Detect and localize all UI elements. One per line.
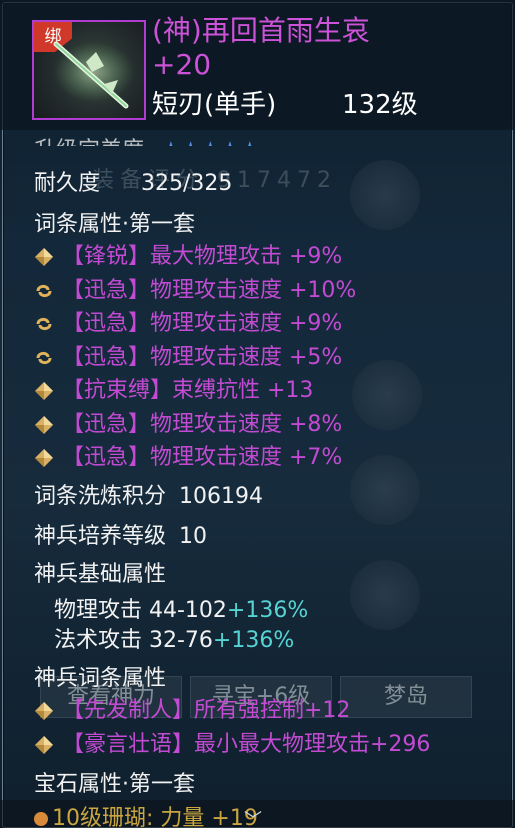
cultivation-row: 神兵培养等级 10 (34, 518, 207, 550)
item-name-text: (神)再回首雨生哀 (152, 14, 370, 47)
affix-text: 【迅急】物理攻击速度 +10% (62, 277, 357, 303)
affix-text: 【迅急】物理攻击速度 +9% (62, 311, 343, 336)
cultivation-label: 神兵培养等级 (34, 524, 167, 549)
tooltip-screen: 装备评分 917472 查看神力 寻宝+6级 梦岛 绑 (神)再回首雨生哀 +2… (0, 0, 515, 828)
refine-points-value: 106194 (179, 484, 263, 509)
affix-row: 【迅急】物理攻击速度 +10% (34, 272, 356, 304)
diamond-gem-icon (35, 449, 53, 467)
coral-gem-icon (34, 812, 48, 826)
base-attrs-title: 神兵基础属性 (34, 562, 167, 587)
affix-row: 【迅急】物理攻击速度 +9% (34, 305, 342, 337)
swirl-gem-icon (36, 351, 52, 364)
affix-text: 【迅急】物理攻击速度 +5% (62, 344, 343, 370)
magic-attack-bonus: +136% (212, 628, 295, 653)
item-type: 短刃(单手) (152, 90, 277, 120)
item-name: (神)再回首雨生哀 +20 (152, 14, 492, 82)
affix-row: 【迅急】物理攻击速度 +8% (34, 406, 342, 438)
durability-label: 耐久度 (34, 171, 101, 196)
durability-row: 耐久度 325/325 (34, 165, 232, 197)
faded-header-text: 升级完美度 (34, 138, 144, 146)
weapon-affix-row: 【先发制人】所有强控制+12 (34, 692, 350, 724)
affix-set-title: 词条属性·第一套 (34, 212, 195, 237)
diamond-gem-icon (35, 415, 53, 434)
gem-title: 宝石属性·第一套 (34, 772, 195, 797)
magic-attack-row: 法术攻击 32-76+136% (54, 622, 294, 654)
gem-line-text: 10级珊瑚: 力量 +19 (52, 806, 258, 828)
refine-points-label: 词条洗炼积分 (34, 484, 167, 509)
phys-attack-bonus: +136% (226, 598, 309, 623)
faded-header: 升级完美度 ★★★★★ (34, 132, 260, 146)
diamond-gem-icon (35, 736, 53, 754)
item-icon[interactable]: 绑 (32, 20, 146, 120)
affix-text: 【抗束缚】束缚抗性 +13 (62, 378, 314, 403)
affix-text: 【迅急】物理攻击速度 +7% (62, 445, 343, 470)
scroll-down-icon[interactable]: ﹀ (244, 806, 262, 828)
diamond-gem-icon (35, 248, 53, 266)
star-rating: ★★★★★ (161, 138, 260, 146)
affix-row: 【迅急】物理攻击速度 +5% (34, 339, 342, 371)
cultivation-value: 10 (179, 524, 208, 549)
affix-row: 【迅急】物理攻击速度 +7% (34, 439, 342, 471)
swirl-gem-icon (36, 284, 52, 297)
phys-attack-row: 物理攻击 44-102+136% (54, 592, 308, 624)
phys-attack-label: 物理攻击 44-102 (54, 598, 227, 623)
magic-attack-label: 法术攻击 32-76 (54, 628, 213, 653)
refine-points-row: 词条洗炼积分 106194 (34, 478, 263, 510)
swirl-gem-icon (36, 317, 52, 331)
affix-row: 【锋锐】最大物理攻击 +9% (34, 238, 342, 270)
durability-value: 325/325 (141, 171, 233, 196)
weapon-affix-text: 【先发制人】所有强控制+12 (62, 698, 351, 723)
weapon-affix-title: 神兵词条属性 (34, 666, 167, 691)
weapon-affix-row: 【豪言壮语】最小最大物理攻击+296 (34, 726, 430, 758)
sword-icon (53, 41, 134, 109)
affix-text: 【锋锐】最大物理攻击 +9% (62, 244, 343, 269)
enhance-level: +20 (152, 48, 212, 81)
weapon-affix-text: 【豪言壮语】最小最大物理攻击+296 (62, 732, 431, 757)
diamond-gem-icon (35, 382, 53, 400)
affix-text: 【迅急】物理攻击速度 +8% (62, 411, 343, 437)
item-level: 132级 (342, 90, 418, 120)
gem-line: 10级珊瑚: 力量 +19 (34, 800, 258, 828)
affix-row: 【抗束缚】束缚抗性 +13 (34, 372, 313, 404)
diamond-gem-icon (35, 702, 53, 720)
